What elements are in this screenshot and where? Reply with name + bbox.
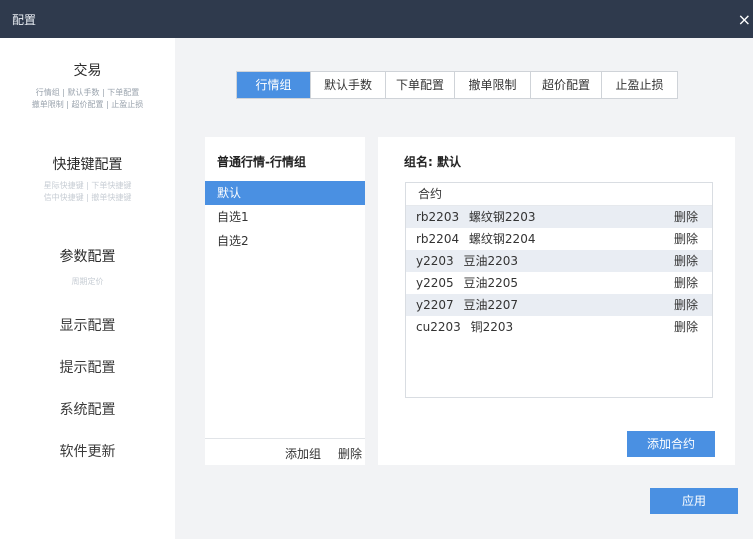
contract-table-header: 合约: [406, 183, 712, 206]
delete-contract-button[interactable]: 删除: [674, 316, 698, 338]
delete-contract-button[interactable]: 删除: [674, 272, 698, 294]
contract-table: 合约 rb2203 螺纹钢2203 删除 rb2204 螺纹钢2204 删除 y…: [405, 182, 713, 398]
tab-take-profit-stop-loss[interactable]: 止盈止损: [602, 72, 677, 98]
sidebar-item-params[interactable]: 参数配置: [0, 246, 175, 266]
table-row[interactable]: rb2204 螺纹钢2204 删除: [406, 228, 712, 250]
contract-name: 豆油2203: [463, 254, 519, 268]
contract-code: rb2204: [416, 232, 460, 246]
group-panel: 普通行情-行情组 默认 自选1 自选2 添加组 删除: [205, 137, 365, 465]
table-row[interactable]: rb2203 螺纹钢2203 删除: [406, 206, 712, 228]
tab-cancel-limit[interactable]: 撤单限制: [455, 72, 531, 98]
tab-overprice-config[interactable]: 超价配置: [531, 72, 602, 98]
add-group-button[interactable]: 添加组: [285, 445, 321, 462]
contract-code: y2203: [416, 254, 454, 268]
group-footer: 添加组 删除: [205, 438, 365, 465]
contract-name: 铜2203: [470, 320, 514, 334]
delete-contract-button[interactable]: 删除: [674, 206, 698, 228]
delete-contract-button[interactable]: 删除: [674, 294, 698, 316]
contract-code: cu2203: [416, 320, 461, 334]
sidebar-item-system[interactable]: 系统配置: [0, 399, 175, 419]
group-list: 默认 自选1 自选2: [205, 181, 365, 253]
main-content: 行情组 默认手数 下单配置 撤单限制 超价配置 止盈止损 普通行情-行情组 默认…: [175, 38, 753, 539]
contract-code: y2207: [416, 298, 454, 312]
delete-contract-button[interactable]: 删除: [674, 250, 698, 272]
title-bar: 配置 ×: [0, 0, 753, 38]
tab-order-config[interactable]: 下单配置: [386, 72, 455, 98]
trade-subitems-line2: 撤单限制 | 超价配置 | 止盈止损: [31, 100, 144, 109]
close-icon[interactable]: ×: [738, 10, 751, 29]
tab-default-lots[interactable]: 默认手数: [311, 72, 386, 98]
contract-name: 螺纹钢2203: [468, 210, 536, 224]
sidebar-item-display[interactable]: 显示配置: [0, 315, 175, 335]
sidebar: 交易 行情组 | 默认手数 | 下单配置 撤单限制 | 超价配置 | 止盈止损 …: [0, 38, 175, 539]
table-row[interactable]: y2205 豆油2205 删除: [406, 272, 712, 294]
table-row[interactable]: y2207 豆油2207 删除: [406, 294, 712, 316]
trade-subitems-line1: 行情组 | 默认手数 | 下单配置: [35, 88, 140, 97]
params-subitem: 周期定价: [71, 277, 104, 286]
apply-button[interactable]: 应用: [650, 488, 738, 514]
add-contract-button[interactable]: 添加合约: [627, 431, 715, 457]
sidebar-item-hotkey[interactable]: 快捷键配置: [0, 154, 175, 174]
contract-panel: 组名: 默认 合约 rb2203 螺纹钢2203 删除 rb2204 螺纹钢22…: [378, 137, 735, 465]
contract-code: rb2203: [416, 210, 460, 224]
group-item-default[interactable]: 默认: [205, 181, 365, 205]
hotkey-subitems-line1: 星际快捷键 | 下单快捷键: [43, 181, 132, 190]
contract-name: 螺纹钢2204: [468, 232, 536, 246]
table-row[interactable]: y2203 豆油2203 删除: [406, 250, 712, 272]
sidebar-item-update[interactable]: 软件更新: [0, 441, 175, 461]
delete-contract-button[interactable]: 删除: [674, 228, 698, 250]
window-title: 配置: [12, 13, 37, 27]
sidebar-item-trade[interactable]: 交易: [0, 60, 175, 80]
tab-bar: 行情组 默认手数 下单配置 撤单限制 超价配置 止盈止损: [236, 71, 678, 99]
contract-name: 豆油2205: [463, 276, 519, 290]
group-item-custom2[interactable]: 自选2: [205, 229, 365, 253]
hotkey-subitems-line2: 信中快捷键 | 撤单快捷键: [43, 193, 132, 202]
tab-market-group[interactable]: 行情组: [237, 72, 311, 98]
table-row[interactable]: cu2203 铜2203 删除: [406, 316, 712, 338]
delete-group-button[interactable]: 删除: [338, 445, 362, 462]
contract-code: y2205: [416, 276, 454, 290]
group-panel-title: 普通行情-行情组: [217, 155, 306, 169]
group-name-label: 组名: 默认: [404, 155, 461, 169]
sidebar-item-prompt[interactable]: 提示配置: [0, 357, 175, 377]
contract-name: 豆油2207: [463, 298, 519, 312]
group-item-custom1[interactable]: 自选1: [205, 205, 365, 229]
